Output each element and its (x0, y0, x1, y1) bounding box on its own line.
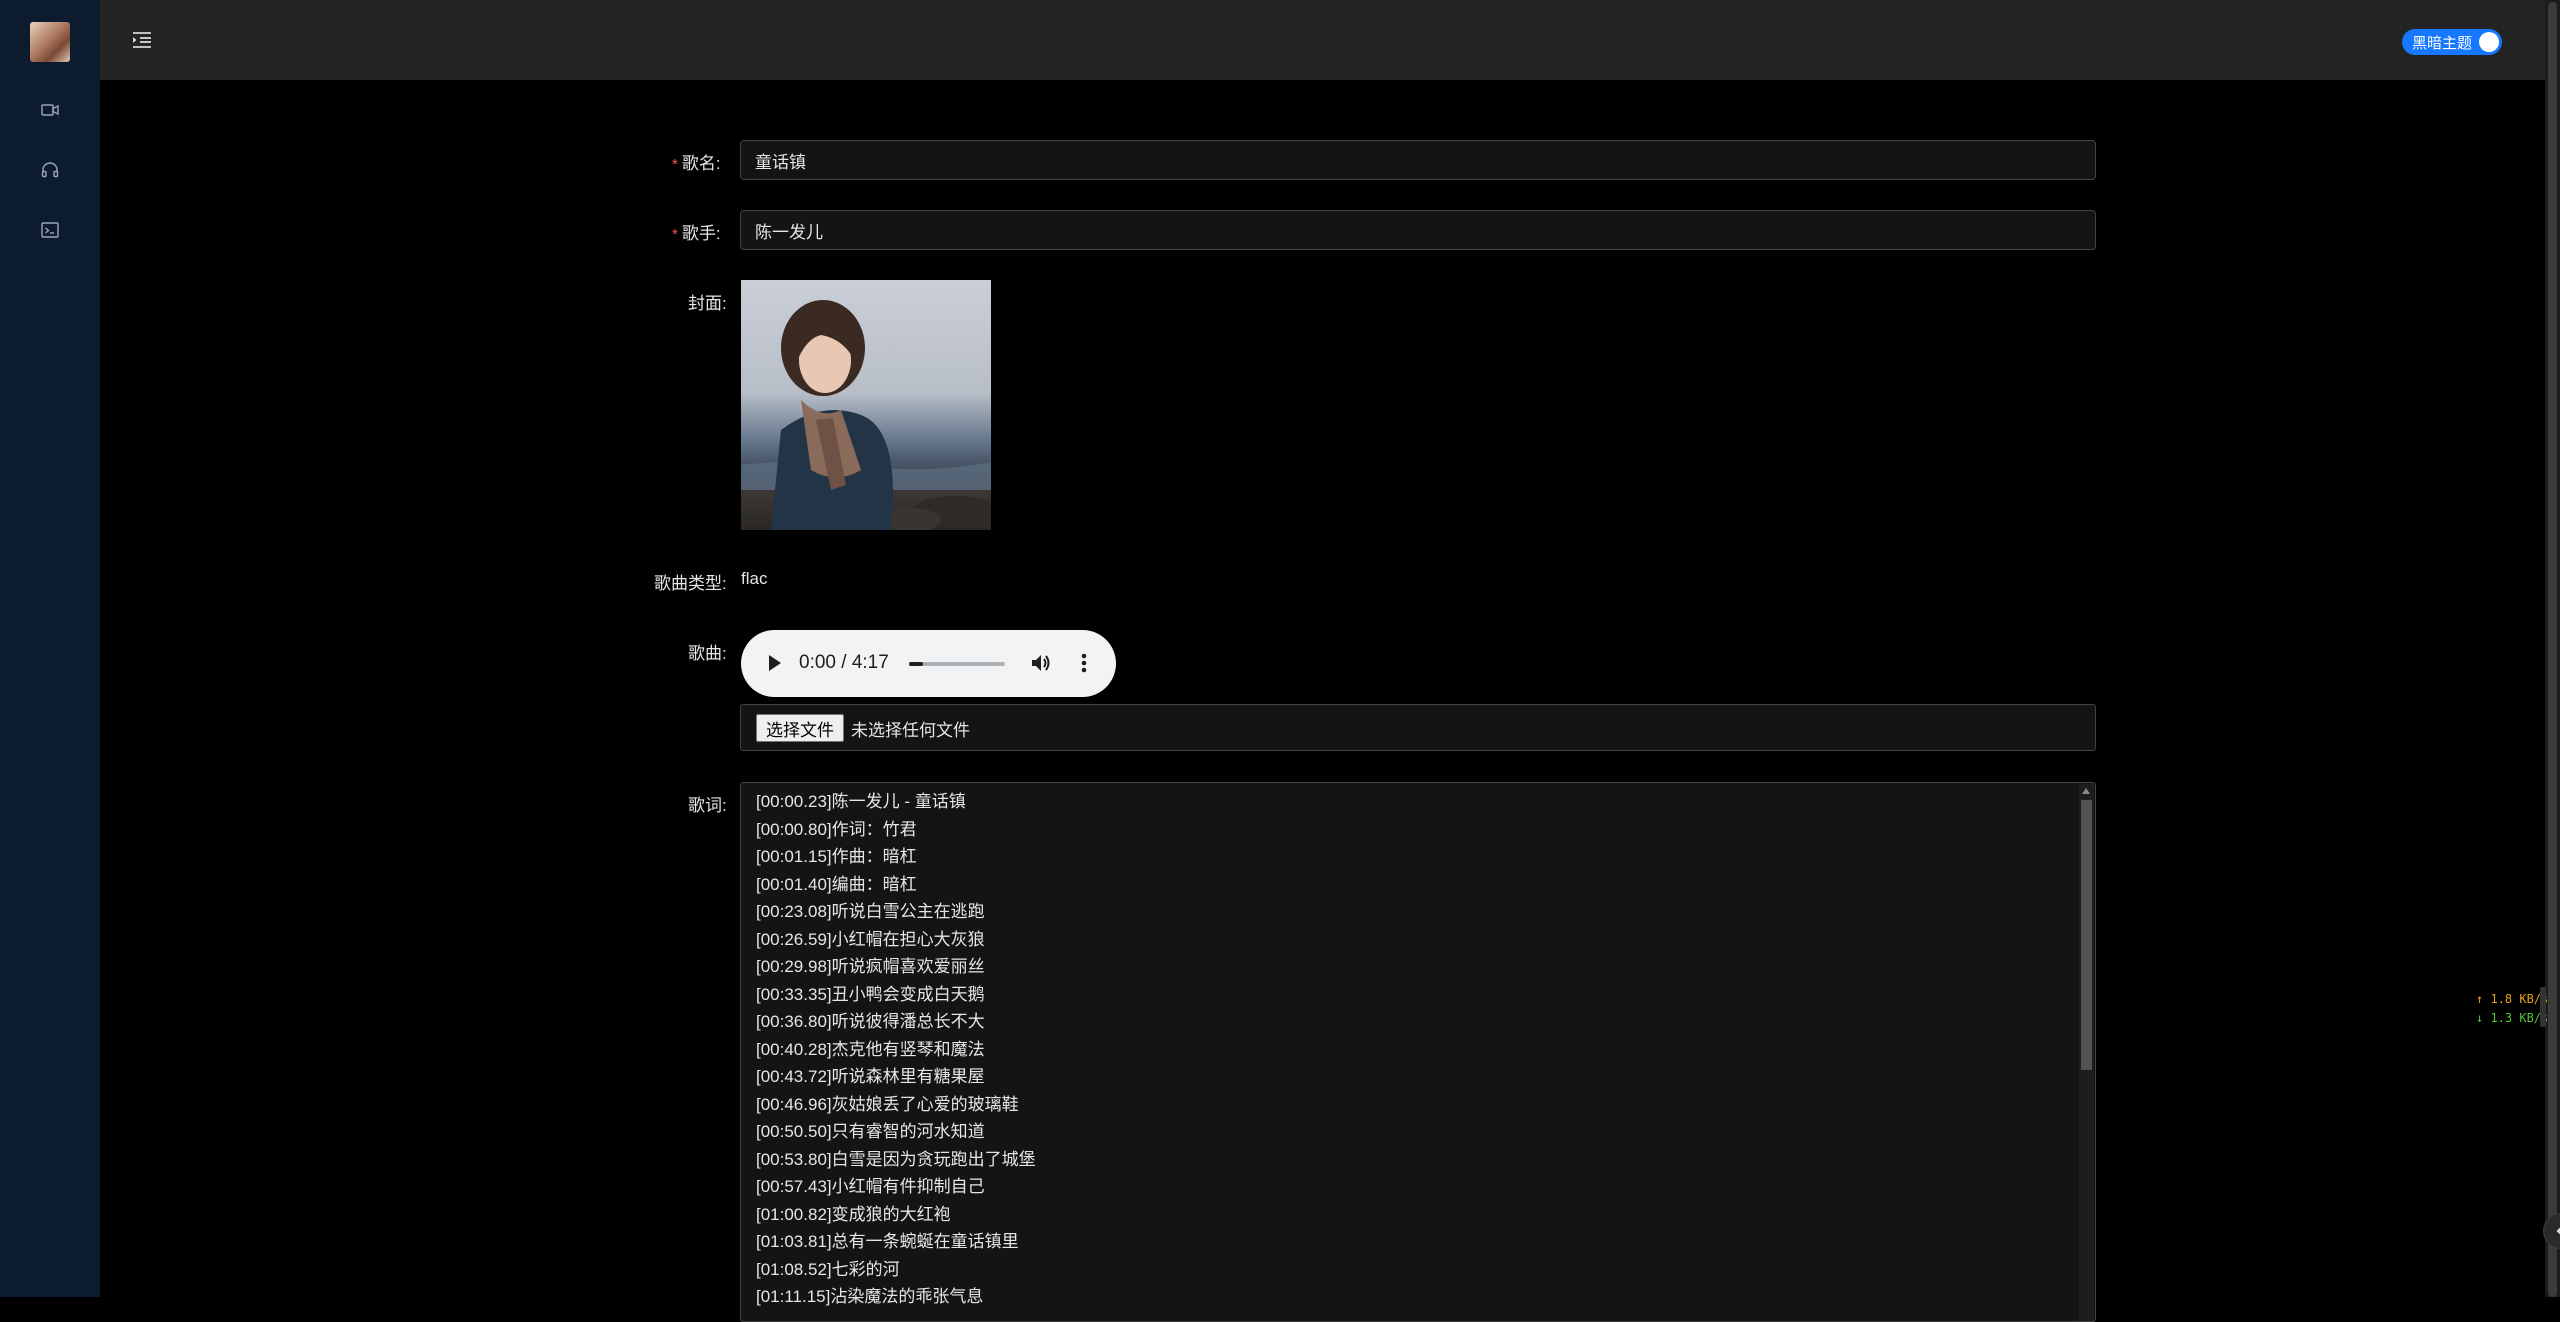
more-vertical-icon (1081, 653, 1087, 673)
sidebar (0, 0, 100, 1297)
play-button[interactable] (763, 652, 785, 679)
network-speed-widget: ↑ 1.8 KB/s ↓ 1.3 KB/s (2476, 990, 2548, 1028)
audio-more-button[interactable] (1074, 651, 1094, 680)
lyric-line: [00:36.80]听说彼得潘总长不大 (756, 1012, 985, 1031)
song-name-label-text: 歌名: (681, 154, 721, 173)
lyrics-scrollbar[interactable] (2079, 784, 2094, 1321)
audio-seek-bar[interactable] (909, 662, 1005, 666)
page-scrollbar[interactable] (2545, 0, 2560, 1297)
chevron-left-icon (2556, 1227, 2560, 1235)
required-mark: * (672, 226, 678, 243)
singer-label-text: 歌手: (681, 224, 721, 243)
singer-label: * 歌手: (672, 219, 721, 244)
theme-switch-label: 黑暗主题 (2412, 34, 2473, 52)
lyric-line: [00:40.28]杰克他有竖琴和魔法 (756, 1039, 985, 1059)
dark-theme-switch[interactable]: 黑暗主题 (2402, 29, 2502, 55)
download-speed: ↓ 1.3 KB/s (2476, 1011, 2549, 1025)
lyric-line: [00:57.43]小红帽有件抑制自己 (756, 1177, 985, 1196)
song-name-label: * 歌名: (672, 149, 721, 174)
lyric-line: [00:43.72]听说森林里有糖果屋 (756, 1067, 985, 1086)
menu-fold-icon (133, 32, 151, 48)
lyric-line: [00:53.80]白雪是因为贪玩跑出了城堡 (756, 1149, 1036, 1169)
lyric-line: [00:23.08]听说白雪公主在逃跑 (756, 902, 985, 921)
lyric-line: [01:03.81]总有一条蜿蜒在童话镇里 (756, 1232, 1019, 1251)
lyrics-textarea[interactable]: [00:00.23]陈一发儿 - 童话镇 [00:00.80]作词：竹君 [00:0… (740, 782, 2096, 1322)
headphones-icon (41, 162, 59, 178)
video-icon (41, 104, 59, 116)
song-type-value: flac (741, 569, 768, 588)
lyric-line: [00:00.80]作词：竹君 (756, 819, 917, 839)
required-mark: * (672, 156, 678, 173)
file-input[interactable]: 选择文件 未选择任何文件 (740, 704, 2096, 751)
sidebar-item-music[interactable] (38, 158, 62, 182)
singer-input[interactable] (740, 210, 2096, 250)
network-widget-handle[interactable] (2540, 987, 2546, 1027)
lyric-line: [00:33.35]丑小鸭会变成白天鹅 (756, 984, 985, 1004)
song-label: 歌曲: (688, 644, 727, 663)
lyric-line: [00:29.98]听说疯帽喜欢爱丽丝 (756, 957, 985, 976)
lyric-line: [00:01.40]编曲：暗杠 (756, 874, 917, 894)
audio-seek-filled (909, 662, 923, 666)
volume-button[interactable] (1029, 651, 1053, 680)
song-type-label: 歌曲类型: (654, 574, 727, 593)
sidebar-item-video[interactable] (38, 98, 62, 122)
lyrics-label: 歌词: (688, 796, 727, 815)
cover-image[interactable] (741, 280, 991, 530)
cover-label: 封面: (688, 294, 727, 313)
lyric-line: [01:00.82]变成狼的大红袍 (756, 1204, 951, 1224)
choose-file-button[interactable]: 选择文件 (756, 714, 844, 742)
lyric-line: [00:01.15]作曲：暗杠 (756, 847, 917, 866)
song-name-input[interactable] (740, 140, 2096, 180)
lyrics-lines: [00:00.23]陈一发儿 - 童话镇 [00:00.80]作词：竹君 [00:0… (756, 788, 1036, 1311)
lyric-line: [00:26.59]小红帽在担心大灰狼 (756, 929, 985, 949)
lyrics-scrollbar-thumb[interactable] (2081, 800, 2092, 1070)
audio-player[interactable]: 0:00 / 4:17 (741, 630, 1116, 697)
top-bar: 黑暗主题 (100, 0, 2545, 80)
upload-speed: ↑ 1.8 KB/s (2476, 992, 2549, 1006)
audio-time: 0:00 / 4:17 (799, 652, 889, 673)
lyric-line: [01:08.52]七彩的河 (756, 1259, 900, 1279)
lyric-line: [00:50.50]只有睿智的河水知道 (756, 1122, 985, 1141)
terminal-icon (41, 222, 59, 238)
scroll-up-arrow[interactable] (2082, 788, 2090, 794)
page-scrollbar-thumb[interactable] (2548, 2, 2557, 1297)
avatar[interactable] (30, 22, 70, 62)
switch-knob (2479, 32, 2499, 52)
lyric-line: [00:46.96]灰姑娘丢了心爱的玻璃鞋 (756, 1094, 1019, 1114)
sidebar-item-terminal[interactable] (38, 218, 62, 242)
file-status-text: 未选择任何文件 (851, 721, 970, 740)
cover-portrait (741, 300, 991, 530)
volume-icon (1032, 655, 1050, 671)
play-icon (769, 655, 781, 671)
menu-toggle-button[interactable] (130, 28, 154, 52)
lyric-line: [00:00.23]陈一发儿 - 童话镇 (756, 792, 966, 811)
